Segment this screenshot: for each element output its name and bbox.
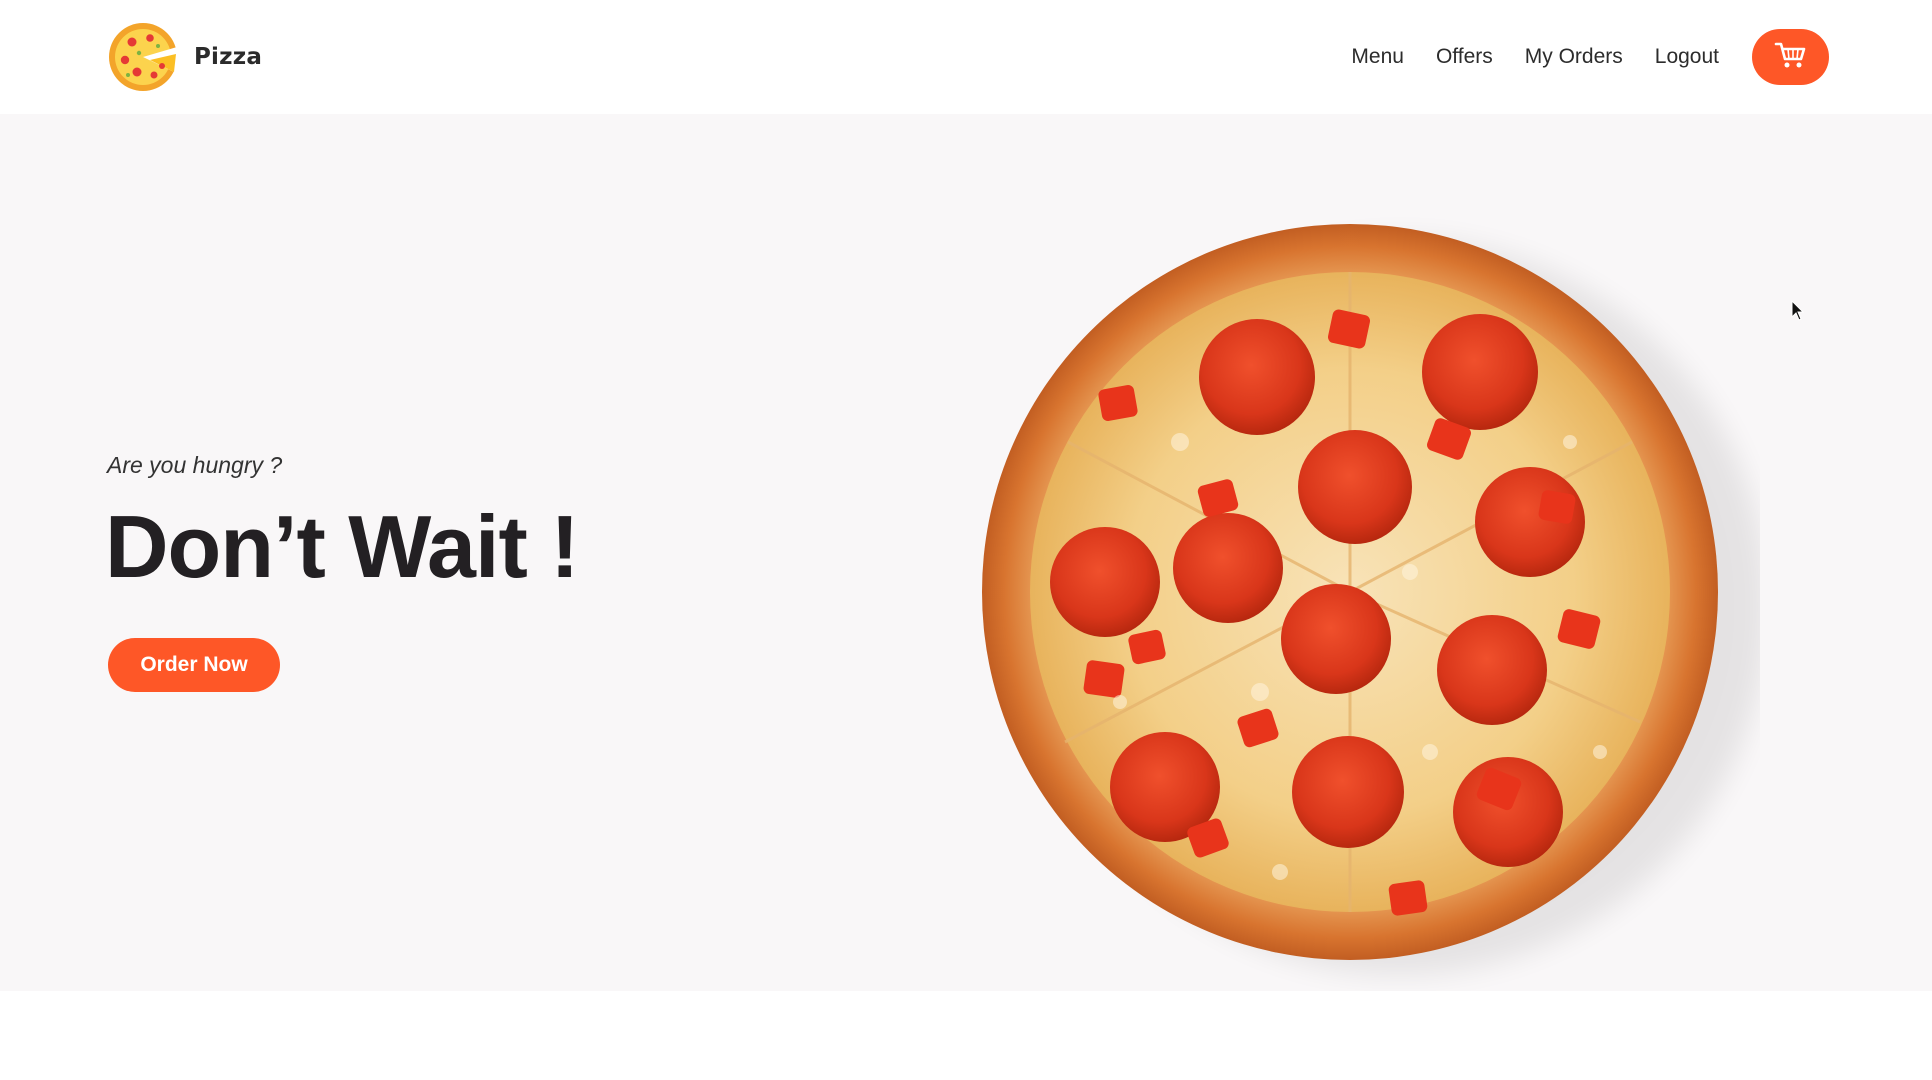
brand-name: Pizza	[194, 44, 263, 70]
hero-tagline: Are you hungry ?	[107, 452, 283, 478]
nav-link-my-orders[interactable]: My Orders	[1525, 45, 1623, 69]
mouse-cursor-icon	[1791, 299, 1805, 327]
site-header: Pizza Menu Offers My Orders Logout	[0, 0, 1932, 114]
main-nav: Menu Offers My Orders Logout	[1351, 28, 1829, 86]
hero-headline: Don’t Wait !	[105, 497, 580, 596]
pepperoni-pizza-image	[960, 192, 1760, 991]
brand[interactable]: Pizza	[106, 20, 262, 94]
cart-button[interactable]	[1752, 29, 1829, 85]
cart-icon	[1774, 40, 1808, 75]
nav-link-logout[interactable]: Logout	[1655, 45, 1719, 69]
hero-section: Are you hungry ? Don’t Wait ! Order Now	[0, 114, 1932, 991]
pizza-logo-icon	[106, 20, 180, 94]
nav-link-menu[interactable]: Menu	[1351, 45, 1404, 69]
nav-link-offers[interactable]: Offers	[1436, 45, 1493, 69]
order-now-button[interactable]: Order Now	[108, 638, 280, 692]
